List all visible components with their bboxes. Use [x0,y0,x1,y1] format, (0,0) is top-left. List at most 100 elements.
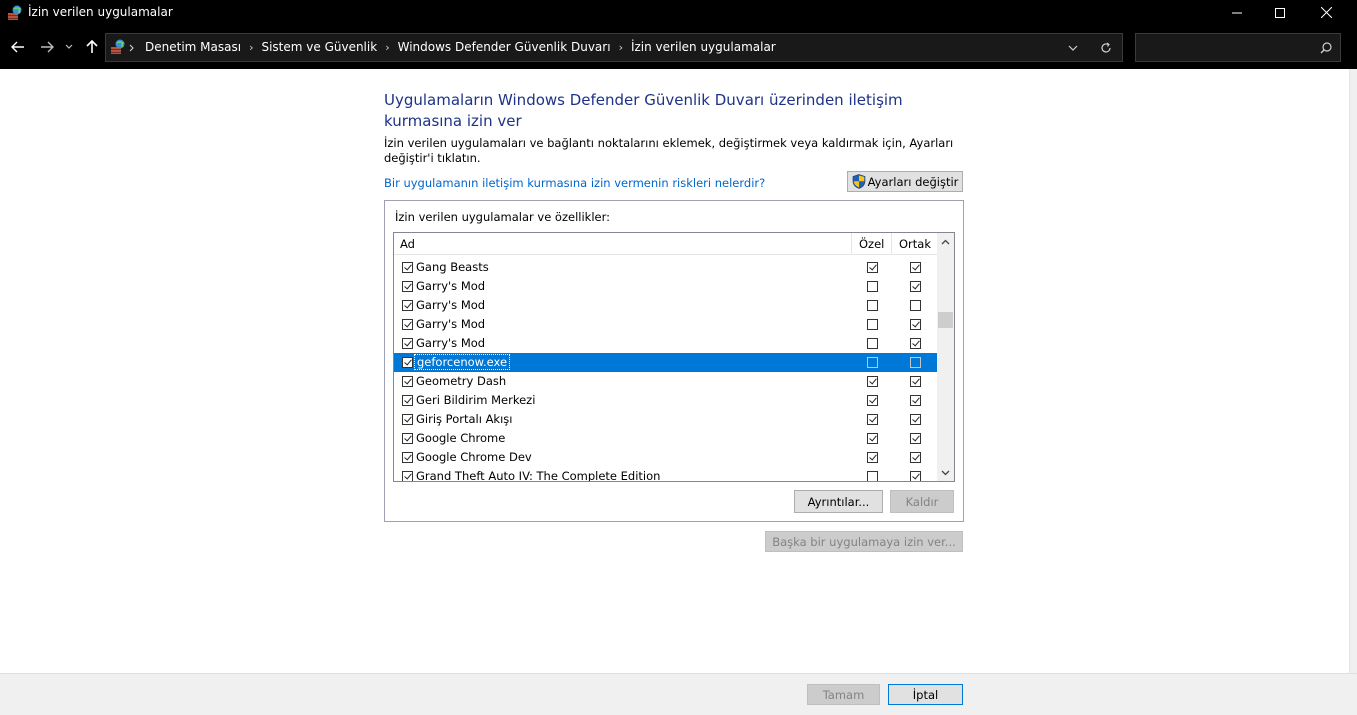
public-checkbox[interactable] [910,262,921,273]
page-scrollbar[interactable] [1349,69,1357,673]
dialog-footer [0,673,1357,715]
private-checkbox[interactable] [867,262,878,273]
breadcrumb-allowed-apps[interactable]: İzin verilen uygulamalar [631,40,776,54]
enable-checkbox[interactable] [402,452,413,463]
app-name: Grand Theft Auto IV: The Complete Editio… [416,469,661,482]
forward-button[interactable] [38,38,56,56]
page-title: Uygulamaların Windows Defender Güvenlik … [384,91,903,130]
allowed-apps-list[interactable]: Ad Özel Ortak Gang Beasts Garry's Mod Garr… [393,232,955,482]
enable-checkbox[interactable] [402,262,413,273]
public-checkbox[interactable] [910,338,921,349]
public-checkbox[interactable] [910,433,921,444]
private-checkbox[interactable] [867,300,878,311]
column-divider[interactable] [891,233,892,255]
scroll-down-button[interactable] [937,464,954,481]
breadcrumb: Denetim Masası › Sistem ve Güvenlik › Wi… [145,40,776,54]
breadcrumb-system-security[interactable]: Sistem ve Güvenlik [261,40,377,54]
private-checkbox[interactable] [867,376,878,387]
enable-checkbox[interactable] [402,357,413,368]
chevron-right-icon[interactable]: › [249,41,253,54]
cancel-button[interactable]: İptal [888,684,963,705]
list-item[interactable]: Garry's Mod [394,277,937,296]
list-item[interactable]: Garry's Mod [394,315,937,334]
search-input[interactable] [1135,33,1341,62]
minimize-icon [1232,12,1242,13]
enable-checkbox[interactable] [402,433,413,444]
scroll-up-button[interactable] [937,233,954,250]
chevron-down-icon [65,44,73,49]
back-button[interactable] [9,38,27,56]
arrow-up-icon [86,40,98,53]
column-header-public[interactable]: Ortak [899,237,931,251]
app-name: Garry's Mod [416,317,486,331]
close-icon [1320,7,1332,18]
change-settings-button[interactable]: Ayarları değiştir [847,171,963,192]
column-header-private[interactable]: Özel [859,237,884,251]
column-header-name[interactable]: Ad [400,237,415,251]
breadcrumb-control-panel[interactable]: Denetim Masası [145,40,241,54]
public-checkbox[interactable] [910,452,921,463]
address-bar[interactable]: Denetim Masası › Sistem ve Güvenlik › Wi… [105,33,1123,62]
change-settings-label: Ayarları değiştir [867,174,959,189]
enable-checkbox[interactable] [402,376,413,387]
risk-info-link[interactable]: Bir uygulamanın iletişim kurmasına izin … [384,176,765,190]
allowed-apps-group-label: İzin verilen uygulamalar ve özellikler: [395,210,610,224]
chevron-right-icon[interactable]: › [385,41,389,54]
breadcrumb-firewall[interactable]: Windows Defender Güvenlik Duvarı [398,40,611,54]
list-item[interactable]: Geri Bildirim Merkezi [394,391,937,410]
list-item[interactable]: Gang Beasts [394,258,937,277]
ok-button[interactable]: Tamam [807,684,880,705]
details-button[interactable]: Ayrıntılar... [794,490,883,513]
chevron-right-icon[interactable]: › [619,41,623,54]
allow-another-app-button[interactable]: Başka bir uygulamaya izin ver... [765,531,963,552]
address-dropdown-button[interactable] [1063,40,1083,56]
title-bar: İzin verilen uygulamalar [0,0,1357,25]
close-button[interactable] [1303,0,1349,25]
private-checkbox[interactable] [867,319,878,330]
recent-locations-button[interactable] [62,38,76,56]
list-item[interactable]: Garry's Mod [394,334,937,353]
list-scrollbar[interactable] [937,233,954,481]
list-item[interactable]: Google Chrome [394,429,937,448]
maximize-icon [1275,7,1285,18]
private-checkbox[interactable] [867,281,878,292]
public-checkbox[interactable] [910,357,921,368]
private-checkbox[interactable] [867,433,878,444]
list-item[interactable]: Grand Theft Auto IV: The Complete Editio… [394,467,937,482]
scroll-thumb[interactable] [938,312,953,328]
list-item[interactable]: geforcenow.exe [394,353,937,372]
public-checkbox[interactable] [910,300,921,311]
app-name: Giriş Portalı Akışı [416,412,513,426]
private-checkbox[interactable] [867,395,878,406]
private-checkbox[interactable] [867,471,878,481]
list-item[interactable]: Geometry Dash [394,372,937,391]
public-checkbox[interactable] [910,281,921,292]
enable-checkbox[interactable] [402,471,413,481]
firewall-app-icon [8,5,22,20]
remove-button[interactable]: Kaldır [890,490,954,513]
public-checkbox[interactable] [910,395,921,406]
enable-checkbox[interactable] [402,395,413,406]
enable-checkbox[interactable] [402,414,413,425]
refresh-button[interactable] [1096,40,1116,56]
column-divider[interactable] [851,233,852,255]
up-button[interactable] [83,38,101,56]
list-item[interactable]: Google Chrome Dev [394,448,937,467]
enable-checkbox[interactable] [402,338,413,349]
list-item[interactable]: Garry's Mod [394,296,937,315]
enable-checkbox[interactable] [402,319,413,330]
search-icon [1320,42,1332,54]
list-item[interactable]: Giriş Portalı Akışı [394,410,937,429]
public-checkbox[interactable] [910,319,921,330]
maximize-button[interactable] [1257,0,1303,25]
public-checkbox[interactable] [910,376,921,387]
public-checkbox[interactable] [910,471,921,481]
public-checkbox[interactable] [910,414,921,425]
private-checkbox[interactable] [867,414,878,425]
private-checkbox[interactable] [867,338,878,349]
enable-checkbox[interactable] [402,281,413,292]
private-checkbox[interactable] [867,452,878,463]
enable-checkbox[interactable] [402,300,413,311]
private-checkbox[interactable] [867,357,878,368]
minimize-button[interactable] [1214,0,1260,25]
